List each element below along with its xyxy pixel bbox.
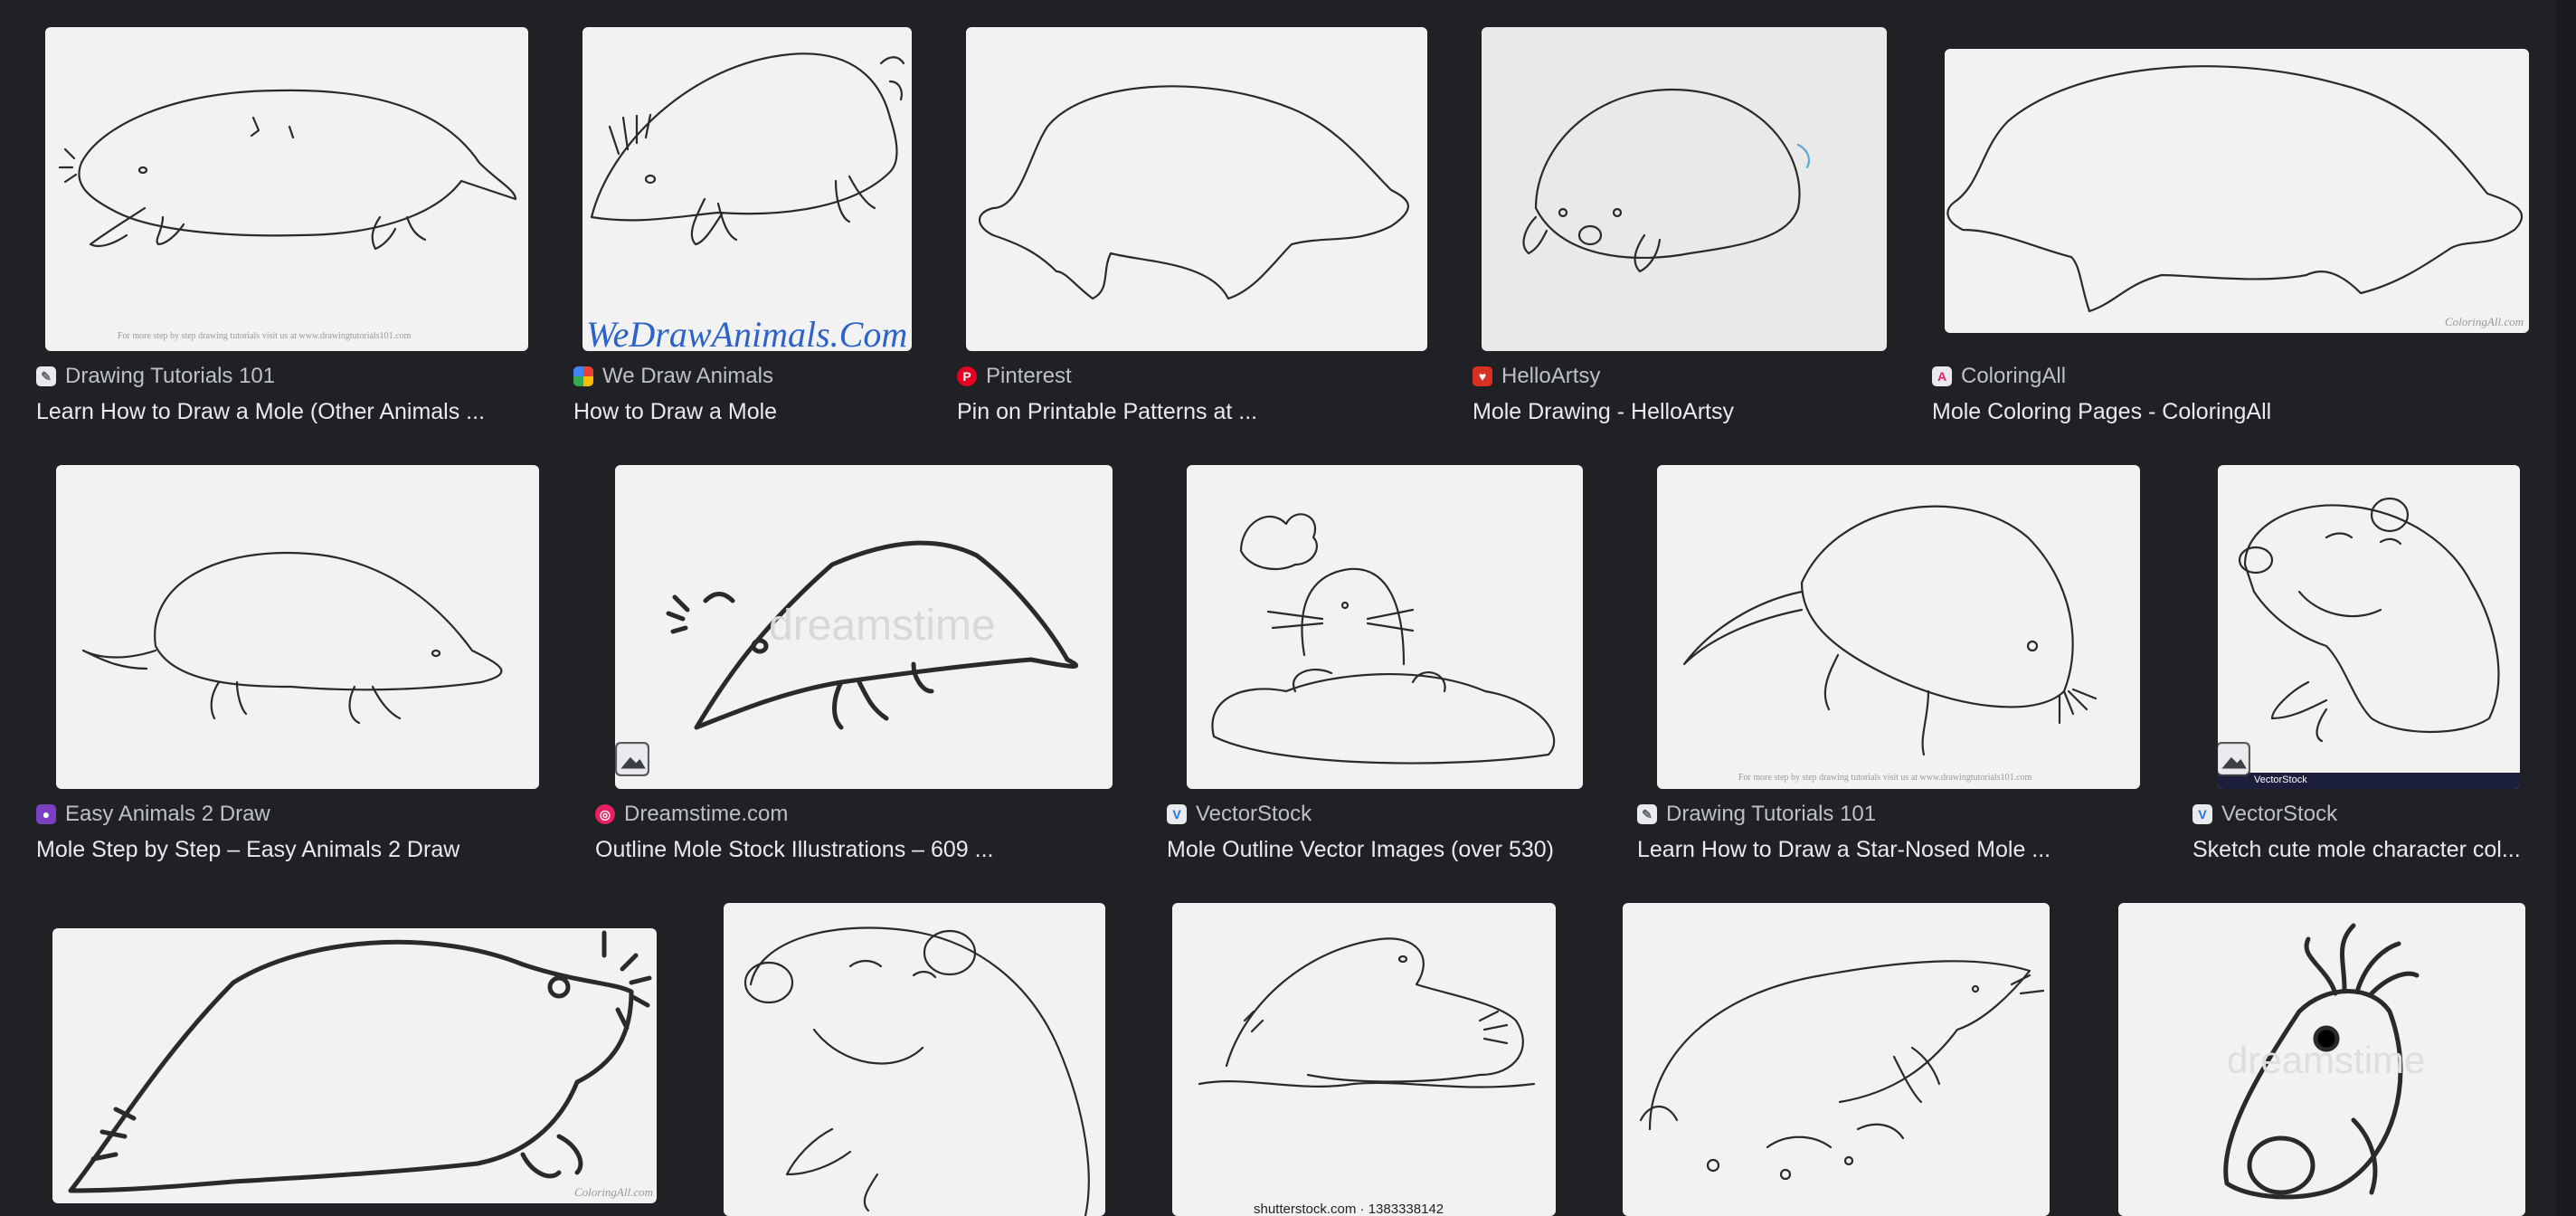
source-name: Easy Animals 2 Draw	[65, 802, 270, 826]
result-title-10[interactable]: Sketch cute mole character col...	[2192, 837, 2524, 868]
result-image-5[interactable]: ColoringAll.com	[1945, 49, 2529, 333]
image-badge-icon	[2218, 742, 2250, 776]
source-name: Drawing Tutorials 101	[65, 364, 276, 388]
coloringall-watermark: ColoringAll.com	[2444, 315, 2524, 328]
source-name: Dreamstime.com	[624, 802, 789, 826]
mole-drawing-image	[81, 551, 503, 725]
result-image-6[interactable]	[56, 465, 539, 789]
page-right-edge	[2556, 0, 2576, 1216]
result-title-5[interactable]: Mole Coloring Pages - ColoringAll	[1932, 399, 2529, 430]
image-watermark: For more step by step drawing tutorials …	[1738, 773, 2032, 783]
dreamstime-watermark: dreamstime	[769, 602, 996, 650]
mole-drawing-image	[590, 52, 905, 246]
drawing-tutorials-favicon-icon: ✎	[36, 366, 56, 386]
result-source-5[interactable]: A ColoringAll	[1932, 363, 2066, 390]
result-source-7[interactable]: ◎ Dreamstime.com	[595, 801, 788, 828]
result-title-2[interactable]: How to Draw a Mole	[573, 399, 917, 430]
result-image-8[interactable]	[1187, 465, 1583, 789]
wedrawanimals-watermark: WeDrawAnimals.Com	[586, 314, 908, 351]
result-source-3[interactable]: P Pinterest	[957, 363, 1072, 390]
result-image-13[interactable]: shutterstock.com · 1383338142	[1172, 903, 1556, 1216]
vectorstock-watermark-bar: VectorStock	[2218, 773, 2520, 789]
coloringall-watermark: ColoringAll.com	[573, 1185, 653, 1199]
we-draw-animals-favicon-icon	[573, 366, 593, 386]
mole-outline-image	[1946, 65, 2524, 313]
coloringall-favicon-icon: A	[1932, 366, 1952, 386]
result-source-9[interactable]: ✎ Drawing Tutorials 101	[1637, 801, 1876, 828]
mole-drawing-image	[58, 89, 517, 251]
dreamstime-favicon-icon: ◎	[595, 804, 615, 824]
result-source-6[interactable]: ● Easy Animals 2 Draw	[36, 801, 270, 828]
mole-emerging-image	[1198, 937, 1536, 1088]
result-title-8[interactable]: Mole Outline Vector Images (over 530)	[1167, 837, 1592, 868]
result-source-1[interactable]: ✎ Drawing Tutorials 101	[36, 363, 275, 390]
mole-in-molehill-image	[1211, 513, 1556, 765]
easy-animals-favicon-icon: ●	[36, 804, 56, 824]
shutterstock-watermark: shutterstock.com · 1383338142	[1254, 1202, 1444, 1216]
result-image-2[interactable]: WeDrawAnimals.Com	[582, 27, 912, 351]
cute-mole-sketch-image	[743, 926, 1090, 1216]
pinterest-favicon-icon: P	[957, 366, 977, 386]
result-image-9[interactable]: For more step by step drawing tutorials …	[1657, 465, 2140, 789]
star-nosed-mole-image	[1682, 505, 2098, 756]
drawing-tutorials-favicon-icon: ✎	[1637, 804, 1657, 824]
result-image-4[interactable]	[1482, 27, 1887, 351]
source-name: Drawing Tutorials 101	[1666, 802, 1877, 826]
result-image-14[interactable]	[1623, 903, 2050, 1216]
dreamstime-watermark: dreamstime	[2227, 1039, 2426, 1081]
result-source-8[interactable]: V VectorStock	[1167, 801, 1312, 828]
star-nosed-mole-image	[68, 930, 652, 1193]
image-badge-icon	[615, 742, 649, 776]
mole-outline-image	[978, 85, 1410, 300]
result-image-12[interactable]	[724, 903, 1105, 1216]
cute-mole-sketch-image	[2238, 497, 2500, 743]
result-title-3[interactable]: Pin on Printable Patterns at ...	[957, 399, 1409, 430]
mole-on-ground-image	[1639, 960, 2045, 1181]
result-image-10[interactable]: VectorStock	[2218, 465, 2520, 789]
result-title-6[interactable]: Mole Step by Step – Easy Animals 2 Draw	[36, 837, 561, 868]
vectorstock-favicon-icon: V	[1167, 804, 1187, 824]
result-title-9[interactable]: Learn How to Draw a Star-Nosed Mole ...	[1637, 837, 2162, 868]
image-watermark: For more step by step drawing tutorials …	[118, 331, 412, 341]
result-image-7[interactable]: dreamstime	[615, 465, 1113, 789]
source-name: ColoringAll	[1961, 364, 2067, 388]
vectorstock-favicon-icon: V	[2192, 804, 2212, 824]
result-image-15[interactable]: dreamstime	[2118, 903, 2525, 1216]
result-image-11[interactable]: ColoringAll.com	[52, 928, 657, 1203]
result-title-4[interactable]: Mole Drawing - HelloArtsy	[1473, 399, 1889, 430]
source-name: We Draw Animals	[602, 364, 773, 388]
result-source-4[interactable]: ♥ HelloArtsy	[1473, 363, 1600, 390]
source-name: Pinterest	[986, 364, 1072, 388]
source-name: HelloArtsy	[1501, 364, 1601, 388]
result-source-10[interactable]: V VectorStock	[2192, 801, 2337, 828]
helloartsy-favicon-icon: ♥	[1473, 366, 1492, 386]
mole-drawing-image	[1522, 88, 1811, 273]
result-image-3[interactable]	[966, 27, 1427, 351]
vectorstock-watermark: VectorStock	[2254, 774, 2307, 785]
result-title-7[interactable]: Outline Mole Stock Illustrations – 609 .…	[595, 837, 1120, 868]
result-image-1[interactable]: For more step by step drawing tutorials …	[45, 27, 528, 351]
result-source-2[interactable]: We Draw Animals	[573, 363, 773, 390]
source-name: VectorStock	[2221, 802, 2338, 826]
source-name: VectorStock	[1196, 802, 1312, 826]
result-title-1[interactable]: Learn How to Draw a Mole (Other Animals …	[36, 399, 525, 430]
